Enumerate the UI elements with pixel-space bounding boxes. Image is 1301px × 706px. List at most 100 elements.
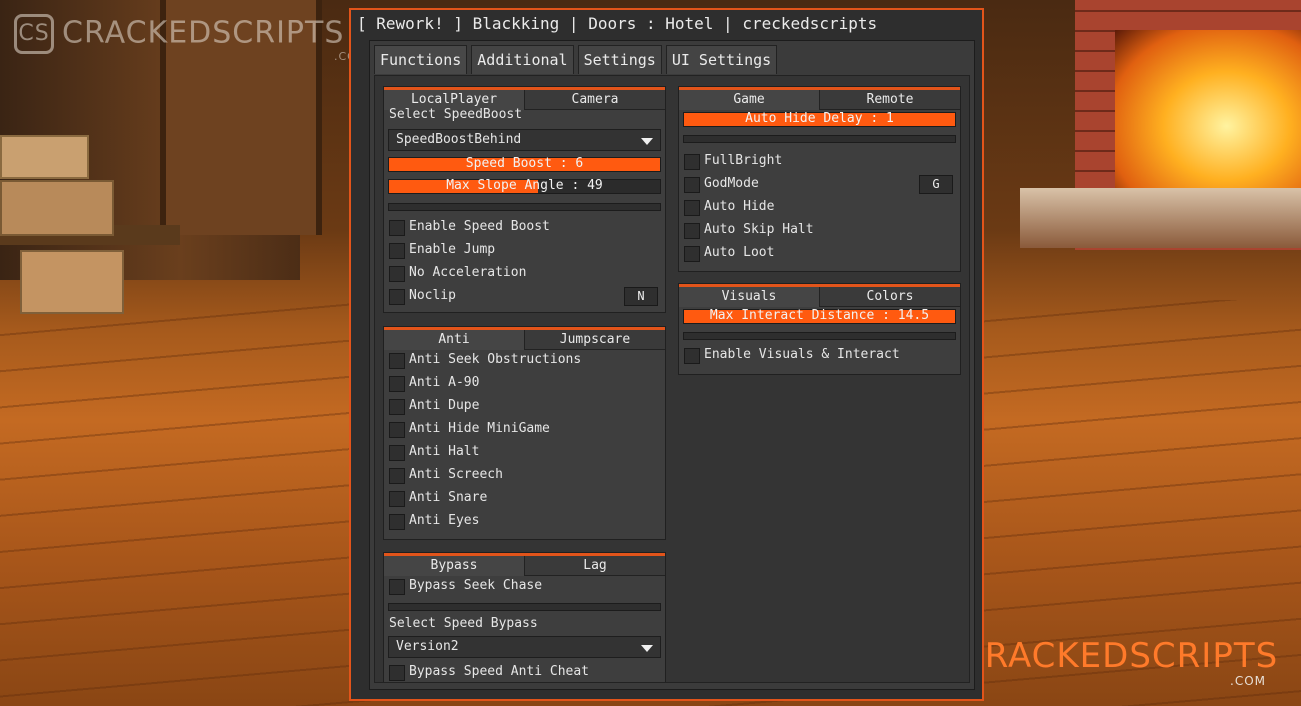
checkbox[interactable] <box>389 243 405 259</box>
enable-visuals-interact-toggle[interactable]: Enable Visuals & Interact <box>683 346 956 366</box>
noclip-keybind-button[interactable]: N <box>624 287 658 306</box>
checkbox[interactable] <box>389 289 405 305</box>
toggle-label: GodMode <box>704 176 759 191</box>
background-fireplace <box>1115 30 1301 190</box>
enable-speed-boost-toggle[interactable]: Enable Speed Boost <box>388 218 661 238</box>
checkbox[interactable] <box>389 579 405 595</box>
toggle-label: Auto Skip Halt <box>704 222 814 237</box>
checkbox[interactable] <box>389 468 405 484</box>
script-window[interactable]: [ Rework! ] Blackking | Doors : Hotel | … <box>349 8 984 701</box>
group-tab-jumpscare[interactable]: Jumpscare <box>525 330 665 350</box>
slider-label: Max Slope Angle : 49 <box>446 178 603 193</box>
toggle-label: Bypass Seek Chase <box>409 578 543 593</box>
group-tab-visuals[interactable]: Visuals <box>679 287 820 307</box>
toggle-label: Anti A-90 <box>409 375 480 390</box>
group-localplayer: LocalPlayer Camera Select SpeedBoost Spe… <box>383 86 666 313</box>
toggle-label: Anti Screech <box>409 467 503 482</box>
speedboost-dropdown-value: SpeedBoostBehind <box>396 132 522 147</box>
checkbox[interactable] <box>684 177 700 193</box>
checkbox[interactable] <box>389 491 405 507</box>
anti-halt-toggle[interactable]: Anti Halt <box>388 443 661 463</box>
checkbox[interactable] <box>389 220 405 236</box>
bypass-seek-chase-toggle[interactable]: Bypass Seek Chase <box>388 577 661 597</box>
group-tab-lag[interactable]: Lag <box>525 556 665 576</box>
checkbox[interactable] <box>389 665 405 681</box>
group-tab-bypass[interactable]: Bypass <box>384 556 525 576</box>
toggle-label: Enable Visuals & Interact <box>704 347 900 362</box>
tab-settings[interactable]: Settings <box>577 45 662 74</box>
tab-ui-settings[interactable]: UI Settings <box>665 45 778 74</box>
tab-additional[interactable]: Additional <box>471 45 574 74</box>
tab-content[interactable]: LocalPlayer Camera Select SpeedBoost Spe… <box>374 75 970 683</box>
watermark-logo-icon: CS <box>14 14 54 54</box>
checkbox[interactable] <box>684 154 700 170</box>
toggle-label: Anti Eyes <box>409 513 480 528</box>
auto-hide-toggle[interactable]: Auto Hide <box>683 198 956 218</box>
slider-label: Max Interact Distance : 14.5 <box>709 308 930 323</box>
no-acceleration-toggle[interactable]: No Acceleration <box>388 264 661 284</box>
anti-eyes-toggle[interactable]: Anti Eyes <box>388 512 661 532</box>
anti-snare-toggle[interactable]: Anti Snare <box>388 489 661 509</box>
group-tab-remote[interactable]: Remote <box>820 90 960 110</box>
auto-loot-toggle[interactable]: Auto Loot <box>683 244 956 264</box>
bypass-speed-anticheat-toggle[interactable]: Bypass Speed Anti Cheat <box>388 663 661 682</box>
auto-skip-halt-toggle[interactable]: Auto Skip Halt <box>683 221 956 241</box>
toggle-label: Anti Seek Obstructions <box>409 352 582 367</box>
max-slope-angle-slider[interactable]: Max Slope Angle : 49 <box>388 178 661 194</box>
toggle-label: FullBright <box>704 153 783 168</box>
enable-jump-toggle[interactable]: Enable Jump <box>388 241 661 261</box>
anti-dupe-toggle[interactable]: Anti Dupe <box>388 397 661 417</box>
group-tab-camera[interactable]: Camera <box>525 90 665 110</box>
checkbox[interactable] <box>389 445 405 461</box>
auto-hide-delay-slider[interactable]: Auto Hide Delay : 1 <box>683 111 956 127</box>
group-tab-game[interactable]: Game <box>679 90 820 110</box>
group-game: Game Remote Auto Hide Delay : 1 FullBrig… <box>678 86 961 272</box>
anti-a90-toggle[interactable]: Anti A-90 <box>388 374 661 394</box>
checkbox[interactable] <box>684 246 700 262</box>
toggle-label: Bypass Speed Anti Cheat <box>409 664 590 679</box>
checkbox[interactable] <box>684 223 700 239</box>
tab-functions[interactable]: Functions <box>374 45 468 74</box>
select-speed-bypass-label: Select Speed Bypass <box>389 616 538 631</box>
toggle-label: Enable Jump <box>409 242 496 257</box>
checkbox[interactable] <box>389 514 405 530</box>
group-tab-colors[interactable]: Colors <box>820 287 960 307</box>
window-title[interactable]: [ Rework! ] Blackking | Doors : Hotel | … <box>357 14 877 33</box>
toggle-label: Noclip <box>409 288 456 303</box>
noclip-toggle[interactable]: Noclip N <box>388 287 661 307</box>
toggle-label: Auto Hide <box>704 199 775 214</box>
watermark-top-left: CSCRACKEDSCRIPTS .COM <box>14 14 366 63</box>
anti-hide-minigame-toggle[interactable]: Anti Hide MiniGame <box>388 420 661 440</box>
max-interact-distance-slider[interactable]: Max Interact Distance : 14.5 <box>683 308 956 324</box>
group-bypass: Bypass Lag Bypass Seek Chase Select Spee… <box>383 552 666 682</box>
godmode-keybind-button[interactable]: G <box>919 175 953 194</box>
anti-screech-toggle[interactable]: Anti Screech <box>388 466 661 486</box>
separator <box>683 135 956 143</box>
anti-seek-obstructions-toggle[interactable]: Anti Seek Obstructions <box>388 351 661 371</box>
checkbox[interactable] <box>389 266 405 282</box>
toggle-label: Anti Halt <box>409 444 480 459</box>
toggle-label: Enable Speed Boost <box>409 219 550 234</box>
checkbox[interactable] <box>684 348 700 364</box>
checkbox[interactable] <box>389 422 405 438</box>
watermark-com: .COM <box>1230 674 1266 688</box>
chevron-down-icon <box>641 645 653 652</box>
background-crate <box>0 135 89 179</box>
speed-bypass-dropdown[interactable]: Version2 <box>388 636 661 658</box>
checkbox[interactable] <box>389 353 405 369</box>
group-tab-anti[interactable]: Anti <box>384 330 525 350</box>
background-hearth <box>1020 188 1301 248</box>
fullbright-toggle[interactable]: FullBright <box>683 152 956 172</box>
speed-boost-slider[interactable]: Speed Boost : 6 <box>388 156 661 172</box>
speedboost-dropdown[interactable]: SpeedBoostBehind <box>388 129 661 151</box>
toggle-label: Anti Hide MiniGame <box>409 421 550 436</box>
separator <box>683 332 956 340</box>
toggle-label: Auto Loot <box>704 245 775 260</box>
godmode-toggle[interactable]: GodMode G <box>683 175 956 195</box>
checkbox[interactable] <box>389 399 405 415</box>
chevron-down-icon <box>641 138 653 145</box>
checkbox[interactable] <box>389 376 405 392</box>
toggle-label: Anti Dupe <box>409 398 480 413</box>
toggle-label: No Acceleration <box>409 265 527 280</box>
checkbox[interactable] <box>684 200 700 216</box>
